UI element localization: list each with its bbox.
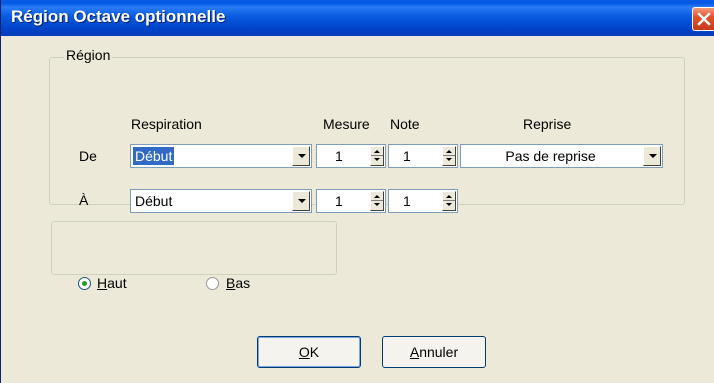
- spin-arrows-icon[interactable]: [370, 191, 384, 211]
- chevron-down-icon[interactable]: [643, 146, 661, 166]
- header-reprise: Reprise: [523, 116, 572, 132]
- to-mesure-spinner[interactable]: 1: [316, 189, 386, 213]
- from-reprise-select[interactable]: Pas de reprise: [460, 144, 663, 168]
- to-respiration-select[interactable]: Début: [130, 189, 312, 213]
- from-respiration-select[interactable]: Début: [130, 144, 312, 168]
- from-reprise-value: Pas de reprise: [505, 148, 596, 164]
- chevron-down-icon[interactable]: [292, 146, 310, 166]
- row-from-label: De: [79, 148, 97, 164]
- header-respiration: Respiration: [131, 116, 202, 132]
- chevron-down-icon[interactable]: [292, 191, 310, 211]
- title-bar[interactable]: Région Octave optionnelle: [1, 0, 714, 36]
- from-respiration-value: Début: [133, 147, 175, 165]
- radio-haut[interactable]: [78, 277, 91, 290]
- header-note: Note: [390, 116, 420, 132]
- spin-arrows-icon[interactable]: [442, 146, 456, 166]
- row-to-label: À: [79, 192, 89, 208]
- window-title: Région Octave optionnelle: [11, 7, 226, 26]
- dialog-window: Région Octave optionnelle Région Respira…: [0, 0, 714, 383]
- direction-groupbox: [51, 221, 337, 275]
- from-note-spinner[interactable]: 1: [388, 144, 458, 168]
- close-icon: [697, 12, 711, 26]
- spin-arrows-icon[interactable]: [370, 146, 384, 166]
- region-legend: Région: [64, 47, 113, 63]
- to-note-value: 1: [403, 193, 411, 209]
- radio-bas[interactable]: [206, 277, 219, 290]
- from-mesure-value: 1: [335, 148, 343, 164]
- radio-haut-label[interactable]: Haut: [97, 275, 127, 291]
- ok-button[interactable]: OK: [257, 336, 361, 368]
- radio-bas-label[interactable]: Bas: [226, 275, 250, 291]
- to-respiration-value: Début: [135, 193, 173, 209]
- from-mesure-spinner[interactable]: 1: [316, 144, 386, 168]
- cancel-button[interactable]: Annuler: [382, 336, 486, 368]
- spin-arrows-icon[interactable]: [442, 191, 456, 211]
- to-mesure-value: 1: [335, 193, 343, 209]
- from-note-value: 1: [403, 148, 411, 164]
- header-mesure: Mesure: [323, 116, 370, 132]
- close-button[interactable]: [692, 7, 714, 31]
- to-note-spinner[interactable]: 1: [388, 189, 458, 213]
